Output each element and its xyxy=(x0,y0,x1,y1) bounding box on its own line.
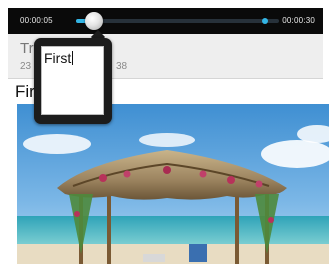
item-date-start: 23 xyxy=(20,61,32,72)
elapsed-time: 00:00:05 xyxy=(20,16,53,25)
text-cursor xyxy=(72,51,74,65)
item-date-end: 38 xyxy=(116,61,128,72)
buffer-end-marker xyxy=(261,18,268,24)
caption-text-value: First xyxy=(44,50,72,66)
text-entry-popup: First xyxy=(34,38,112,124)
caption-text-input[interactable]: First xyxy=(41,46,104,115)
seek-thumb[interactable] xyxy=(85,12,104,30)
seek-track[interactable] xyxy=(76,12,279,30)
playback-bar: 00:00:05 00:00:30 xyxy=(8,8,323,34)
total-duration: 00:00:30 xyxy=(282,16,315,25)
beach-hut-photo[interactable] xyxy=(17,104,329,264)
photo-illustration xyxy=(17,104,329,264)
media-editor-screen: Tri 23 38 Fir 00:00:05 00:00:30 First xyxy=(0,0,331,264)
caption-title: Fir xyxy=(15,82,35,101)
